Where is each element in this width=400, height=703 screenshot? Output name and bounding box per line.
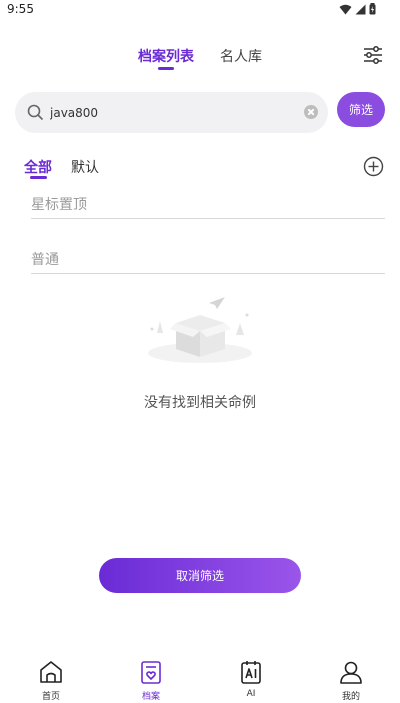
active-tab-indicator [158, 67, 174, 70]
nav-mine-label: 我的 [341, 692, 360, 702]
section-starred: 星标置顶 [31, 194, 385, 219]
sliders-icon [364, 46, 382, 64]
sub-tabs: 全部 默认 [0, 152, 400, 182]
active-sub-tab-indicator [30, 176, 47, 179]
signal-icon [355, 4, 366, 14]
nav-ai[interactable]: AI [221, 655, 281, 703]
ai-icon [241, 661, 261, 684]
search-icon [27, 104, 44, 121]
tab-archive-list[interactable]: 档案列表 [138, 46, 194, 66]
nav-archive[interactable]: 档案 [121, 655, 181, 703]
nav-home-label: 首页 [41, 692, 60, 702]
settings-button[interactable] [362, 44, 384, 66]
plus-circle-icon [363, 156, 384, 177]
nav-ai-label: AI [246, 689, 256, 699]
nav-archive-label: 档案 [141, 692, 160, 702]
section-normal: 普通 [31, 249, 385, 274]
search-input[interactable] [50, 102, 300, 124]
nav-home[interactable]: 首页 [21, 655, 81, 703]
archive-icon [141, 661, 161, 684]
sub-tab-default[interactable]: 默认 [71, 157, 99, 177]
tab-celebrity-library[interactable]: 名人库 [220, 46, 262, 66]
section-starred-label: 星标置顶 [31, 197, 87, 213]
user-icon [340, 661, 362, 684]
clear-search-button[interactable] [304, 105, 318, 119]
add-group-button[interactable] [363, 156, 384, 177]
section-normal-label: 普通 [31, 252, 59, 268]
bottom-nav: 首页 档案 AI 我的 [0, 655, 400, 703]
empty-state-message: 没有找到相关命例 [144, 395, 256, 411]
battery-icon [369, 3, 376, 15]
status-bar: 9:55 [0, 0, 400, 20]
sub-tab-all[interactable]: 全部 [24, 157, 52, 177]
nav-mine[interactable]: 我的 [321, 655, 381, 703]
status-time: 9:55 [7, 2, 34, 16]
cancel-filter-button[interactable]: 取消筛选 [99, 558, 301, 593]
home-icon [40, 661, 62, 683]
search-box [15, 92, 328, 133]
top-tabs: 档案列表 名人库 [0, 42, 400, 72]
empty-box-illustration [148, 297, 252, 363]
filter-button[interactable]: 筛选 [337, 92, 385, 127]
status-icons [339, 3, 376, 15]
wifi-icon [339, 4, 352, 14]
